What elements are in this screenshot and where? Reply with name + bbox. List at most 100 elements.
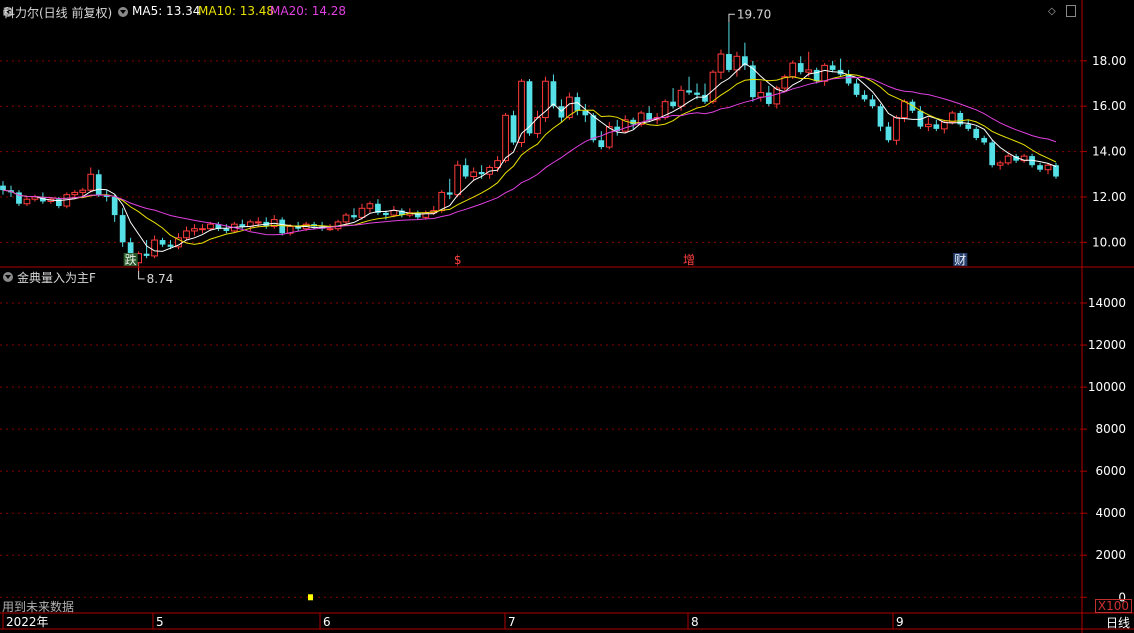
candle-body-down <box>143 253 150 256</box>
candle-body-up <box>199 228 206 231</box>
candle-body-up <box>677 89 685 107</box>
candle-body-up <box>342 214 350 223</box>
candle-body-down <box>965 124 972 129</box>
ma5-label: MA5: 13.34 <box>132 4 201 18</box>
candle-body-up <box>821 64 829 82</box>
period-button[interactable]: 日线 <box>1106 614 1130 631</box>
candle-body-down <box>726 54 732 70</box>
candle-body-down <box>598 140 605 148</box>
candle-body-up <box>23 198 31 205</box>
indicator-bar <box>308 594 313 601</box>
ma20-label: MA20: 14.28 <box>270 4 347 18</box>
candle-body-down <box>239 224 246 227</box>
candle-body-down <box>989 142 996 166</box>
price-tick-label: 10.00 <box>1092 235 1126 249</box>
candle-body-down <box>686 90 692 93</box>
candle-body-down <box>765 92 772 104</box>
candle-body-down <box>981 137 988 143</box>
candle-body-up <box>996 162 1004 166</box>
price-tick-label: 16.00 <box>1092 99 1126 113</box>
candle-body-down <box>973 128 980 138</box>
candle-body-down <box>526 81 533 134</box>
candle-body-up <box>151 239 158 257</box>
candle-body-up <box>757 92 765 98</box>
candle-body-down <box>462 165 469 177</box>
candle-body-up <box>326 228 334 231</box>
candle-body-up <box>191 228 198 232</box>
candle-body-down <box>119 215 126 243</box>
indicator-grid <box>0 302 1082 598</box>
low-price-label: 8.74 <box>147 272 174 286</box>
stock-title: 科力尔(日线 前复权) <box>3 6 113 20</box>
price-tick-label: 12.00 <box>1092 190 1126 204</box>
candle-body-down <box>159 240 166 245</box>
date-label: 7 <box>508 615 516 629</box>
candle-body-up <box>366 203 374 209</box>
candle-body-up <box>893 117 900 141</box>
candle-body-down <box>167 244 174 247</box>
price-axis: 10.00 12.00 14.00 16.00 18.00 <box>1082 54 1126 249</box>
candle-body-up <box>358 207 366 218</box>
candle-body-down <box>877 106 884 127</box>
candle-body-up <box>207 223 214 230</box>
indicator-dropdown-icon[interactable] <box>3 272 13 282</box>
high-price-label: 19.70 <box>737 7 771 21</box>
candle-body-up <box>1004 155 1012 164</box>
event-marker-2: $ <box>454 253 462 267</box>
chart-window: 10.00 12.00 14.00 16.00 18.00 0 2000 4000 6000 8… <box>0 0 1134 633</box>
indicator-tick-label: 2000 <box>1095 548 1126 562</box>
candle-body-up <box>901 101 908 119</box>
candle-body-down <box>909 101 916 111</box>
date-label: 8 <box>691 615 699 629</box>
candle-body-up <box>1044 164 1052 171</box>
indicator-bars <box>308 594 313 601</box>
candle-body-down <box>861 94 868 100</box>
candle-body-down <box>111 196 118 216</box>
candle-body-down <box>446 192 453 195</box>
candle-body-down <box>0 185 6 191</box>
event-marker-1: 跌 <box>125 252 137 267</box>
date-label: 2022年 <box>6 615 49 629</box>
ma10-label: MA10: 13.48 <box>198 4 275 18</box>
candle-body-up <box>717 53 725 73</box>
candle-body-down <box>510 115 517 143</box>
candle-body-down <box>590 115 597 141</box>
price-tick-label: 18.00 <box>1092 54 1126 68</box>
indicator-tick-label: 6000 <box>1095 464 1126 478</box>
indicator-tick-label: 12000 <box>1088 338 1126 352</box>
candle-body-down <box>670 101 676 107</box>
annotations: 19.70 8.74 <box>138 7 771 286</box>
candle-body-down <box>646 113 653 120</box>
candle-body-up <box>733 55 741 71</box>
candle-body-up <box>87 173 95 191</box>
event-markers: 跌 $ 增 财 <box>123 252 968 267</box>
candle-body-up <box>71 191 79 196</box>
ma-dropdown-icon[interactable] <box>118 7 128 17</box>
date-axis: 2022年 5 6 7 8 9 <box>2 613 904 629</box>
indicator-tick-label: 4000 <box>1095 506 1126 520</box>
chart-frame <box>0 0 1134 633</box>
candle-body-down <box>885 126 892 141</box>
candle-body-up <box>789 62 797 78</box>
high-marker-line <box>728 13 735 23</box>
low-marker-line <box>138 270 145 280</box>
candle-body-up <box>254 221 262 224</box>
indicator-tick-label: 14000 <box>1088 296 1126 310</box>
pane-toggle-icon[interactable] <box>1066 5 1076 17</box>
date-label: 9 <box>896 615 904 629</box>
candle-body-up <box>183 230 190 239</box>
price-tick-label: 14.00 <box>1092 145 1126 159</box>
candle-body-down <box>829 65 836 70</box>
candles <box>0 22 1059 271</box>
indicator-tick-label: 8000 <box>1095 422 1126 436</box>
diamond-icon[interactable]: ◇ <box>1048 6 1056 17</box>
candle-body-up <box>470 171 478 178</box>
chart-canvas: 10.0012.0014.0016.0018.00 02000400060008… <box>0 0 1134 633</box>
date-label: 5 <box>156 615 164 629</box>
candle-body-down <box>933 124 940 129</box>
candle-body-up <box>605 126 613 148</box>
candle-body-down <box>853 83 860 95</box>
candle-body-down <box>95 174 102 195</box>
indicator-axis: 02000400060008000100001200014000 <box>1082 296 1126 604</box>
candle-body-down <box>351 215 357 218</box>
